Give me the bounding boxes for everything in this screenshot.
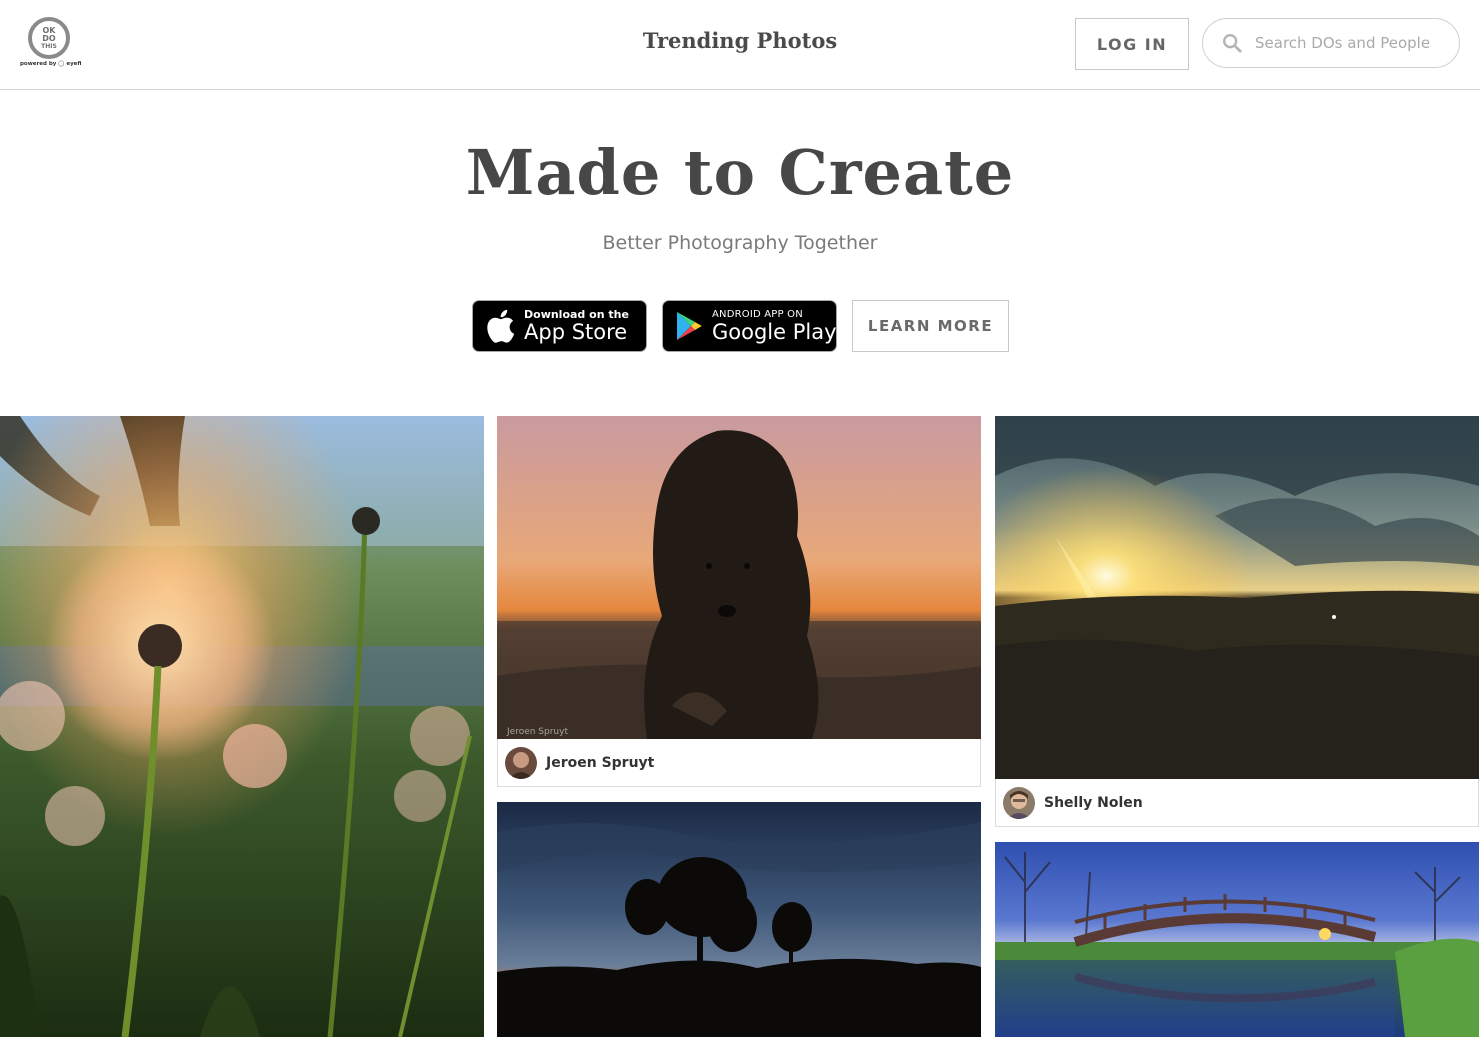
powered-by-label: powered by — [20, 61, 57, 67]
photo-dandelion[interactable] — [0, 416, 484, 1037]
photo-card — [0, 416, 484, 1037]
avatar[interactable] — [505, 746, 537, 779]
hero-subtitle: Better Photography Together — [602, 232, 878, 254]
photo-watermark: Jeroen Spruyt — [507, 727, 568, 737]
photo-sunburst[interactable] — [995, 416, 1479, 779]
eyefi-icon: ◯ — [58, 61, 65, 67]
app-store-small-label: Download on the — [524, 308, 629, 321]
powered-by-brand: eyefi — [66, 61, 82, 67]
dandelion-image — [0, 416, 484, 1037]
logo-line-3: THIS — [41, 42, 57, 50]
photo-byline: Shelly Nolen — [995, 779, 1479, 827]
photo-bridge[interactable] — [995, 842, 1479, 1037]
avatar-jeroen — [505, 746, 537, 779]
powered-by-text: powered by ◯ eyefi — [20, 61, 82, 67]
logo-badge: OK DO THIS — [28, 17, 70, 59]
avatar[interactable] — [1003, 786, 1035, 819]
login-button[interactable]: LOG IN — [1075, 18, 1189, 70]
app-store-button[interactable]: Download on the App Store — [472, 300, 647, 352]
app-store-text: Download on the App Store — [524, 309, 629, 343]
google-play-text: ANDROID APP ON Google Play — [712, 308, 837, 344]
logo-line-2: DO — [42, 33, 56, 43]
hero-title: Made to Create — [465, 136, 1015, 209]
photo-card — [995, 842, 1479, 1037]
sunburst-landscape-image — [995, 416, 1479, 779]
author-name[interactable]: Shelly Nolen — [1044, 795, 1143, 811]
tree-silhouette-image — [497, 802, 981, 1037]
photo-dog[interactable]: Jeroen Spruyt — [497, 416, 981, 739]
google-play-small-label: ANDROID APP ON — [712, 308, 803, 320]
apple-icon — [487, 309, 515, 343]
avatar-shelly — [1003, 786, 1035, 819]
search-icon — [1223, 34, 1242, 53]
top-header: OK DO THIS powered by ◯ eyefi Trending P… — [0, 0, 1480, 90]
photo-card: Shelly Nolen — [995, 416, 1479, 827]
bridge-pond-image — [995, 842, 1479, 1037]
google-play-big-label: Google Play — [712, 319, 837, 344]
photo-byline: Jeroen Spruyt — [497, 739, 981, 787]
photo-card: Jeroen Spruyt Jeroen Spruyt — [497, 416, 981, 787]
search-input[interactable] — [1253, 33, 1443, 53]
learn-more-button[interactable]: LEARN MORE — [852, 300, 1009, 352]
photo-trees[interactable] — [497, 802, 981, 1037]
author-name[interactable]: Jeroen Spruyt — [546, 755, 654, 771]
search-box[interactable] — [1202, 18, 1460, 68]
app-store-big-label: App Store — [524, 320, 628, 344]
google-play-icon — [677, 312, 702, 340]
dog-beach-image — [497, 416, 981, 739]
okdothis-logo[interactable]: OK DO THIS powered by ◯ eyefi — [20, 15, 82, 73]
google-play-button[interactable]: ANDROID APP ON Google Play — [662, 300, 837, 352]
photo-card — [497, 802, 981, 1037]
